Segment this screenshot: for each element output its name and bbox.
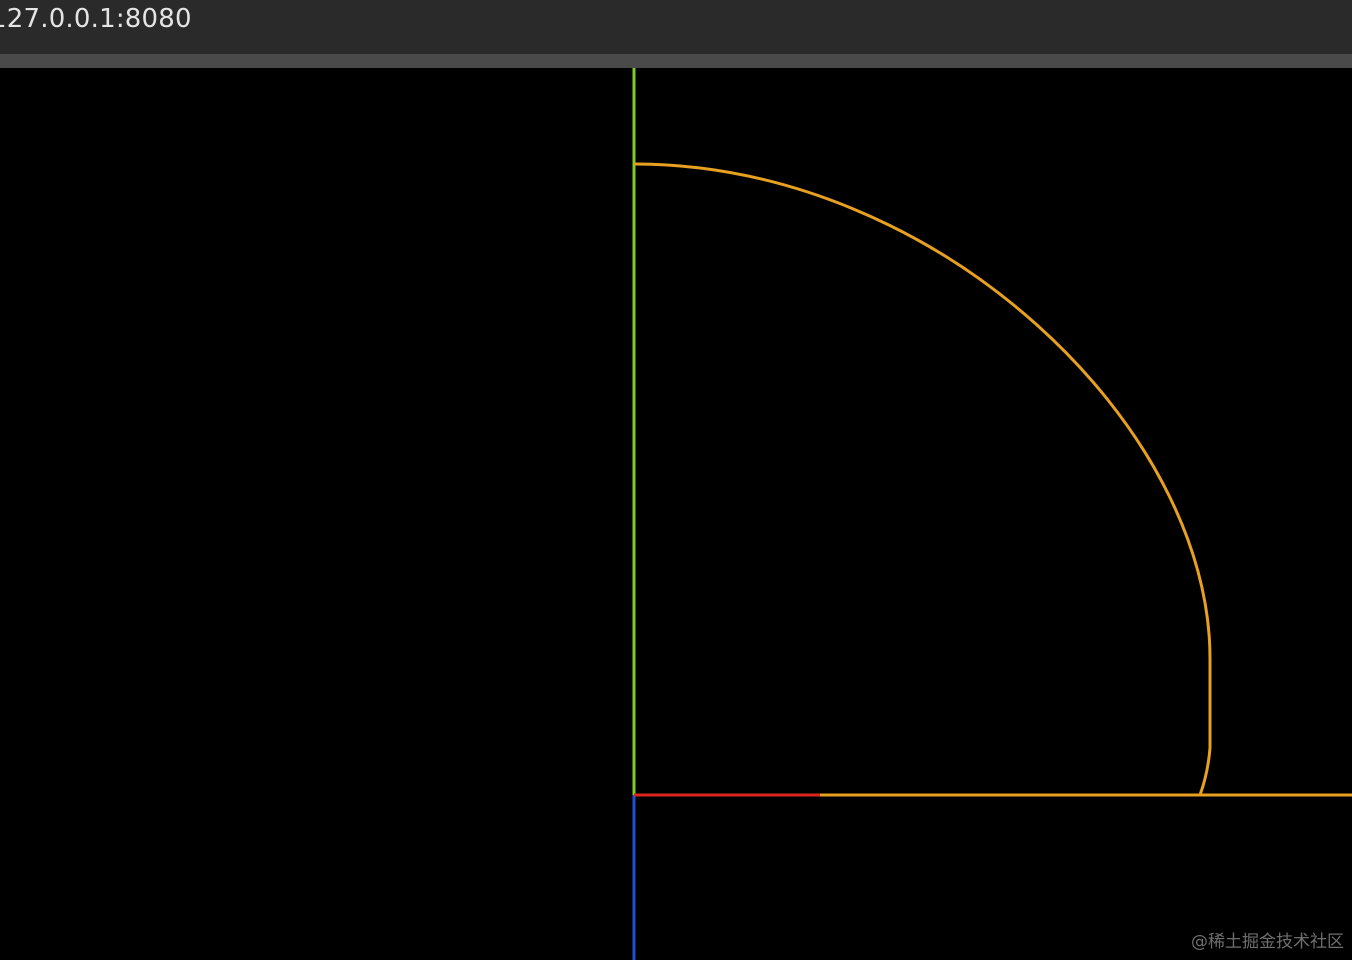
browser-toolbar-strip [0,54,1352,68]
browser-address-bar[interactable]: 127.0.0.1:8080 [0,0,1352,54]
webgl-canvas[interactable]: @稀土掘金技术社区 [0,68,1352,960]
scene-render [632,68,1352,960]
quarter-ellipse-arc [633,162,1212,796]
watermark-text: @稀土掘金技术社区 [1191,932,1344,952]
url-text[interactable]: 127.0.0.1:8080 [0,4,192,34]
